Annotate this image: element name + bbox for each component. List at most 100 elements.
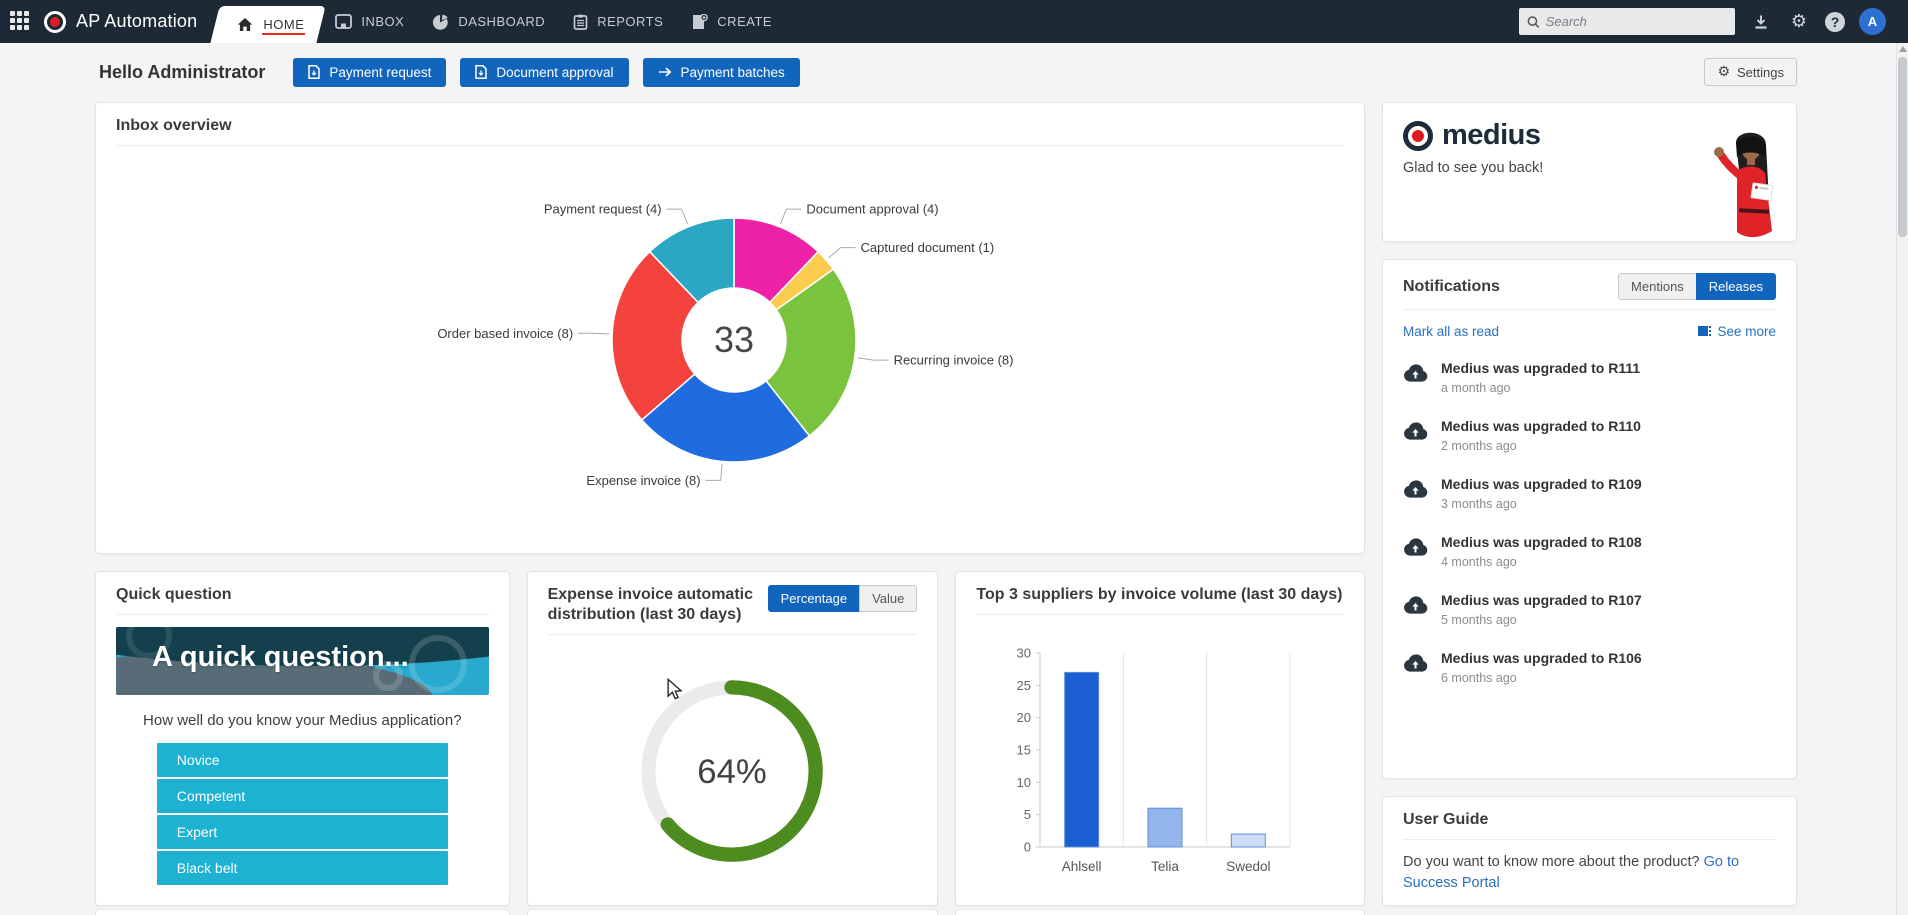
help-icon[interactable]: ? xyxy=(1825,11,1845,32)
medius-logo-icon xyxy=(1403,120,1433,151)
option-expert-button[interactable]: Expert xyxy=(156,815,448,849)
donut-label: Expense invoice (8) xyxy=(586,473,700,488)
notification-title: Medius was upgraded to R109 xyxy=(1441,476,1642,492)
notification-list: Medius was upgraded to R111 a month ago Me… xyxy=(1403,349,1776,697)
x-category-label: Telia xyxy=(1151,859,1179,874)
notifications-card: Notifications Mentions Releases Mark all… xyxy=(1382,259,1797,779)
vertical-scrollbar[interactable] xyxy=(1896,43,1908,915)
donut-label: Document approval (4) xyxy=(806,202,938,217)
cloud-upload-icon xyxy=(1403,592,1428,627)
notifications-tabs: Mentions Releases xyxy=(1618,273,1776,300)
toggle-value-button[interactable]: Value xyxy=(859,585,918,612)
medius-wordmark: medius xyxy=(1442,119,1541,151)
notification-title: Medius was upgraded to R106 xyxy=(1441,650,1642,666)
main-nav: HOME INBOX DASHBOARD REPORTS CREATE xyxy=(210,0,786,43)
page-title: Hello Administrator xyxy=(99,61,266,82)
bar[interactable] xyxy=(1147,807,1183,848)
scroll-up-arrow[interactable] xyxy=(1899,46,1907,52)
donut-label: Captured document (1) xyxy=(861,240,995,255)
notification-time: 2 months ago xyxy=(1441,439,1517,453)
card-title: Quick question xyxy=(116,586,232,603)
notification-title: Medius was upgraded to R107 xyxy=(1441,592,1642,608)
donut-label: Order based invoice (8) xyxy=(437,326,573,341)
quick-question-card: Quick question A quick question... How w… xyxy=(95,571,510,906)
inbox-donut-chart: Document approval (4) Captured document (… xyxy=(437,202,1013,488)
x-category-label: Swedol xyxy=(1226,859,1270,874)
settings-button[interactable]: ⚙ Settings xyxy=(1704,58,1797,86)
mark-all-read-link[interactable]: Mark all as read xyxy=(1403,324,1499,339)
donut-label-line xyxy=(857,357,889,361)
tab-home[interactable]: HOME xyxy=(210,6,326,43)
banner-text: A quick question... xyxy=(152,641,409,673)
notification-time: a month ago xyxy=(1441,381,1511,395)
search-input[interactable] xyxy=(1545,14,1727,29)
question-text: How well do you know your Medius applica… xyxy=(143,712,462,729)
list-item[interactable]: Medius was upgraded to R110 2 months ago xyxy=(1403,407,1776,465)
donut-label-line xyxy=(779,208,802,225)
home-icon xyxy=(238,18,253,31)
cloud-upload-icon xyxy=(1403,476,1428,511)
notification-title: Medius was upgraded to R108 xyxy=(1441,534,1642,550)
card-title: Top 3 suppliers by invoice volume (last … xyxy=(976,586,1343,603)
tab-inbox[interactable]: INBOX xyxy=(321,0,418,43)
donut-label-line xyxy=(828,247,856,259)
donut-label-line xyxy=(578,332,610,335)
grid-more-icon xyxy=(1698,325,1712,338)
list-item[interactable]: Medius was upgraded to R108 4 months ago xyxy=(1403,523,1776,581)
list-item[interactable]: Medius was upgraded to R107 5 months ago xyxy=(1403,581,1776,639)
download-icon[interactable] xyxy=(1749,10,1773,34)
tab-reports[interactable]: REPORTS xyxy=(559,0,677,43)
y-tick-label: 30 xyxy=(1017,646,1031,661)
donut-label-line xyxy=(666,208,689,225)
top-suppliers-card: Top 3 suppliers by invoice volume (last … xyxy=(955,571,1365,906)
y-tick-label: 0 xyxy=(1024,840,1031,855)
see-more-link[interactable]: See more xyxy=(1717,324,1776,339)
notification-time: 3 months ago xyxy=(1441,497,1517,511)
list-item[interactable]: Medius was upgraded to R111 a month ago xyxy=(1403,349,1776,407)
option-competent-button[interactable]: Competent xyxy=(156,779,448,813)
donut-label-line xyxy=(705,464,723,481)
option-blackbelt-button[interactable]: Black belt xyxy=(156,851,448,885)
arrow-right-icon xyxy=(658,67,671,77)
cloud-upload-icon xyxy=(1403,534,1428,569)
y-tick-label: 5 xyxy=(1024,807,1031,822)
list-item[interactable]: Medius was upgraded to R106 6 months ago xyxy=(1403,639,1776,697)
see-more[interactable]: See more xyxy=(1698,324,1776,339)
tab-dashboard[interactable]: DASHBOARD xyxy=(418,0,559,43)
document-approval-button[interactable]: Document approval xyxy=(460,57,629,87)
scrollbar-thumb[interactable] xyxy=(1898,57,1907,237)
user-guide-card: User Guide Do you want to know more abou… xyxy=(1382,796,1797,906)
medius-welcome-card: medius Glad to see you back! xyxy=(1382,102,1797,242)
card-title: Notifications xyxy=(1403,277,1500,295)
payment-request-button[interactable]: Payment request xyxy=(293,57,447,87)
app-title: AP Automation xyxy=(76,11,198,31)
list-item[interactable]: Medius was upgraded to R109 3 months ago xyxy=(1403,465,1776,523)
tab-releases[interactable]: Releases xyxy=(1695,273,1776,300)
notification-time: 4 months ago xyxy=(1441,555,1517,569)
gear-icon[interactable]: ⚙ xyxy=(1787,10,1811,34)
automation-gauge-chart: 64% xyxy=(641,680,824,862)
option-novice-button[interactable]: Novice xyxy=(156,743,448,777)
payment-batches-button[interactable]: Payment batches xyxy=(642,57,800,87)
user-avatar[interactable]: A xyxy=(1859,8,1886,35)
toggle-percentage-button[interactable]: Percentage xyxy=(767,585,860,612)
gear-icon: ⚙ xyxy=(1717,64,1731,80)
x-category-label: Ahlsell xyxy=(1062,859,1102,874)
inbox-overview-card: Inbox overview Document approval (4) Capt… xyxy=(95,102,1365,554)
bar[interactable] xyxy=(1064,671,1100,848)
bar[interactable] xyxy=(1231,833,1267,848)
cloud-upload-icon xyxy=(1403,360,1428,395)
tab-mentions[interactable]: Mentions xyxy=(1618,273,1696,300)
notification-time: 5 months ago xyxy=(1441,613,1517,627)
notification-title: Medius was upgraded to R110 xyxy=(1441,418,1641,434)
cloud-upload-icon xyxy=(1403,650,1428,685)
notification-time: 6 months ago xyxy=(1441,671,1517,685)
dashboard-icon xyxy=(433,14,449,30)
app-grid-icon[interactable] xyxy=(10,10,32,33)
tab-create[interactable]: CREATE xyxy=(677,0,786,43)
donut-label: Payment request (4) xyxy=(544,202,662,217)
document-icon xyxy=(475,65,488,79)
quick-question-banner: A quick question... xyxy=(116,627,489,695)
expense-distribution-card: Expense invoice automatic distribution (… xyxy=(526,571,939,906)
document-icon xyxy=(308,65,321,79)
